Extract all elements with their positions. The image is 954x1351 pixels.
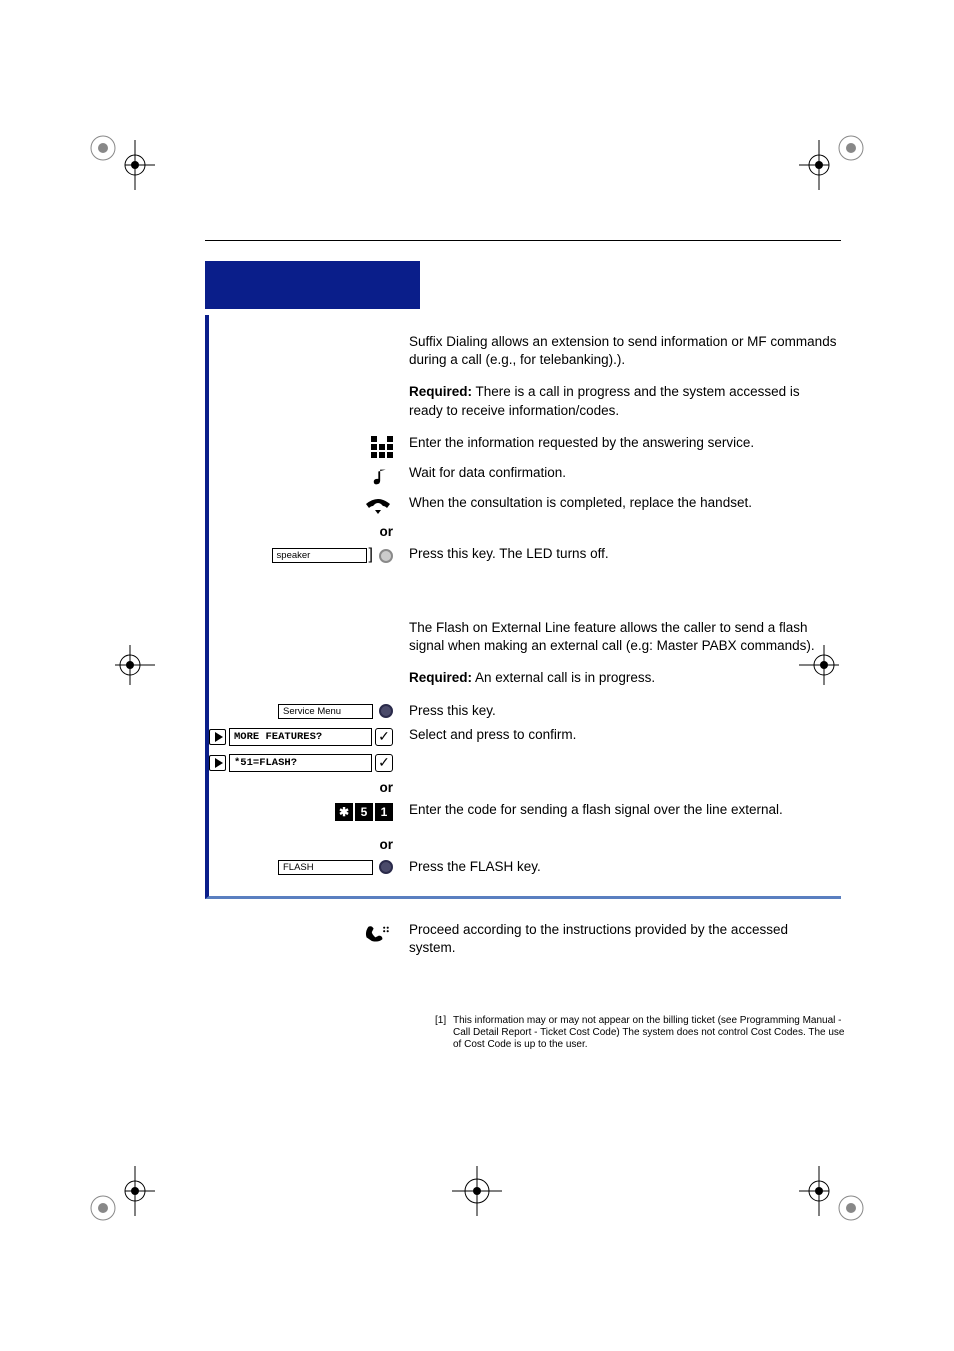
more-features-option: MORE FEATURES? ✓ <box>209 728 393 746</box>
step-text: Select and press to confirm. <box>401 726 841 746</box>
footnote: [1] This information may or may not appe… <box>435 1015 845 1051</box>
horizontal-rule <box>205 240 841 241</box>
registration-mark-icon <box>452 1156 502 1226</box>
or-label: or <box>380 524 394 539</box>
tone-icon <box>371 466 393 488</box>
confirm-check-icon: ✓ <box>375 754 393 772</box>
intro-text: The Flash on External Line feature allow… <box>401 619 841 655</box>
registration-mark-icon <box>85 130 155 200</box>
service-menu-key: Service Menu <box>278 704 393 719</box>
keypad-icon <box>371 436 393 458</box>
required-text: Required: An external call is in progres… <box>401 669 841 687</box>
step-text: When the consultation is completed, repl… <box>401 494 841 516</box>
handset-dial-icon <box>363 923 393 943</box>
step-text: Press this key. <box>401 702 841 720</box>
step-text: Press the FLASH key. <box>401 858 841 876</box>
step-text: Wait for data confirmation. <box>401 464 841 488</box>
registration-mark-icon <box>799 1156 869 1226</box>
handset-down-icon <box>363 496 393 516</box>
step-text: Press this key. The LED turns off. <box>401 545 841 565</box>
proceed-text: Proceed according to the instructions pr… <box>401 921 841 957</box>
section-banner <box>205 261 420 309</box>
step-text: Enter the information requested by the a… <box>401 434 841 458</box>
or-label: or <box>380 837 394 852</box>
or-label: or <box>380 780 394 795</box>
registration-mark-icon <box>799 130 869 200</box>
speaker-key: speaker ] <box>272 547 393 565</box>
content-column: Suffix Dialing allows an extension to se… <box>205 315 841 899</box>
code-digits: ✱ 5 1 <box>335 803 393 821</box>
registration-mark-icon <box>85 1156 155 1226</box>
confirm-check-icon: ✓ <box>375 728 393 746</box>
flash-option: *51=FLASH? ✓ <box>209 754 393 772</box>
required-text: Required: There is a call in progress an… <box>401 383 841 419</box>
registration-mark-icon <box>85 630 155 700</box>
flash-key: FLASH <box>278 860 393 875</box>
intro-text: Suffix Dialing allows an extension to se… <box>401 333 841 369</box>
step-text: Enter the code for sending a flash signa… <box>401 801 841 821</box>
